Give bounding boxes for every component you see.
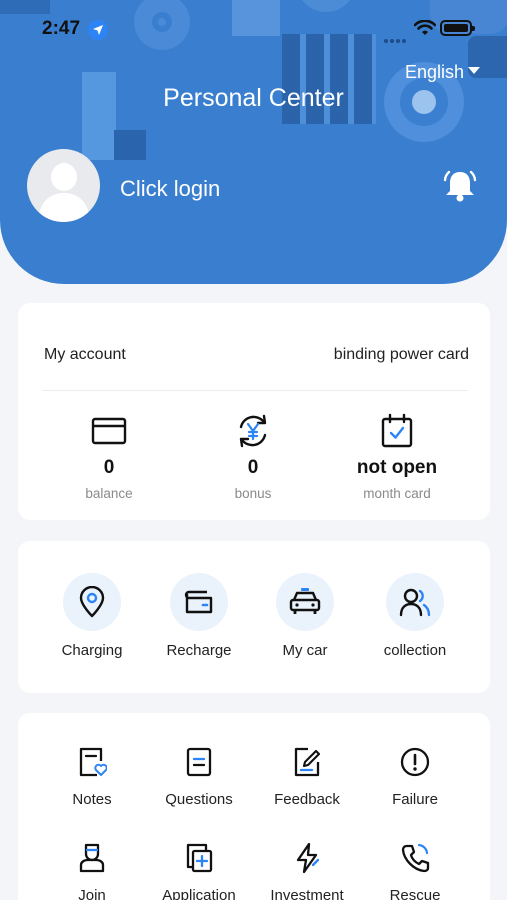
feedback-button[interactable]: Feedback xyxy=(252,745,362,808)
balance-stat[interactable]: 0 balance xyxy=(34,413,184,501)
document-icon xyxy=(186,747,212,777)
rescue-button[interactable]: Rescue xyxy=(360,841,470,900)
notes-label: Notes xyxy=(72,791,112,808)
feedback-label: Feedback xyxy=(274,791,340,808)
more-services-card: Notes Questions Feedback Failure Join Ap… xyxy=(18,713,490,900)
car-icon xyxy=(289,588,321,614)
wallet-icon xyxy=(184,590,213,614)
signal-icon xyxy=(384,30,412,43)
balance-caption: balance xyxy=(85,486,133,501)
card-icon xyxy=(91,417,127,445)
alert-circle-icon xyxy=(400,747,430,777)
location-arrow-icon xyxy=(88,20,108,40)
rescue-label: Rescue xyxy=(389,887,441,900)
avatar[interactable] xyxy=(27,149,100,222)
failure-label: Failure xyxy=(392,791,438,808)
login-link[interactable]: Click login xyxy=(120,176,220,202)
charging-button[interactable]: Charging xyxy=(37,573,147,659)
investment-button[interactable]: Investment xyxy=(252,841,362,900)
bonus-caption: bonus xyxy=(234,486,272,501)
status-bar: 2:47 xyxy=(0,0,507,60)
month-card-value: not open xyxy=(356,457,438,478)
questions-label: Questions xyxy=(165,791,233,808)
note-heart-icon xyxy=(79,747,107,777)
my-car-button[interactable]: My car xyxy=(250,573,360,659)
profile-header: 2:47 English Personal Center Click login xyxy=(0,0,507,284)
investment-label: Investment xyxy=(270,887,344,900)
charging-label: Charging xyxy=(61,642,123,659)
bind-power-card-link[interactable]: binding power card xyxy=(334,346,469,364)
month-card-caption: month card xyxy=(363,486,431,501)
status-time: 2:47 xyxy=(42,18,81,39)
recharge-button[interactable]: Recharge xyxy=(144,573,254,659)
calendar-check-icon xyxy=(381,413,413,448)
language-label: English xyxy=(405,62,465,82)
edit-icon xyxy=(294,747,321,777)
location-pin-icon xyxy=(79,586,105,618)
bonus-value: 0 xyxy=(247,457,259,478)
lightning-icon xyxy=(296,842,320,874)
my-account-label: My account xyxy=(44,346,126,363)
notes-button[interactable]: Notes xyxy=(37,745,147,808)
month-card-stat[interactable]: not open month card xyxy=(322,413,472,501)
collection-button[interactable]: collection xyxy=(360,573,470,659)
divider xyxy=(42,390,468,391)
balance-value: 0 xyxy=(103,457,115,478)
questions-button[interactable]: Questions xyxy=(144,745,254,808)
join-label: Join xyxy=(78,887,106,900)
yen-refresh-icon xyxy=(239,414,267,448)
my-car-label: My car xyxy=(282,642,328,659)
battery-icon xyxy=(440,20,475,36)
caret-down-icon xyxy=(468,67,481,74)
phone-icon xyxy=(401,843,430,873)
person-badge-icon xyxy=(79,843,105,873)
avatar-head xyxy=(51,163,77,191)
users-icon xyxy=(399,588,431,617)
account-card: My account binding power card 0 balance … xyxy=(18,303,490,520)
services-card: Charging Recharge My car collection xyxy=(18,541,490,693)
failure-button[interactable]: Failure xyxy=(360,745,470,808)
join-button[interactable]: Join xyxy=(37,841,147,900)
recharge-label: Recharge xyxy=(166,642,232,659)
wifi-icon xyxy=(414,20,436,35)
page-title: Personal Center xyxy=(163,84,344,112)
header-decoration xyxy=(114,130,146,160)
bell-icon[interactable] xyxy=(441,168,479,204)
language-selector[interactable]: English xyxy=(405,62,481,83)
collection-label: collection xyxy=(383,642,447,659)
application-label: Application xyxy=(162,887,236,900)
avatar-body xyxy=(39,193,89,222)
add-doc-icon xyxy=(186,843,213,873)
bonus-stat[interactable]: 0 bonus xyxy=(178,413,328,501)
application-button[interactable]: Application xyxy=(144,841,254,900)
